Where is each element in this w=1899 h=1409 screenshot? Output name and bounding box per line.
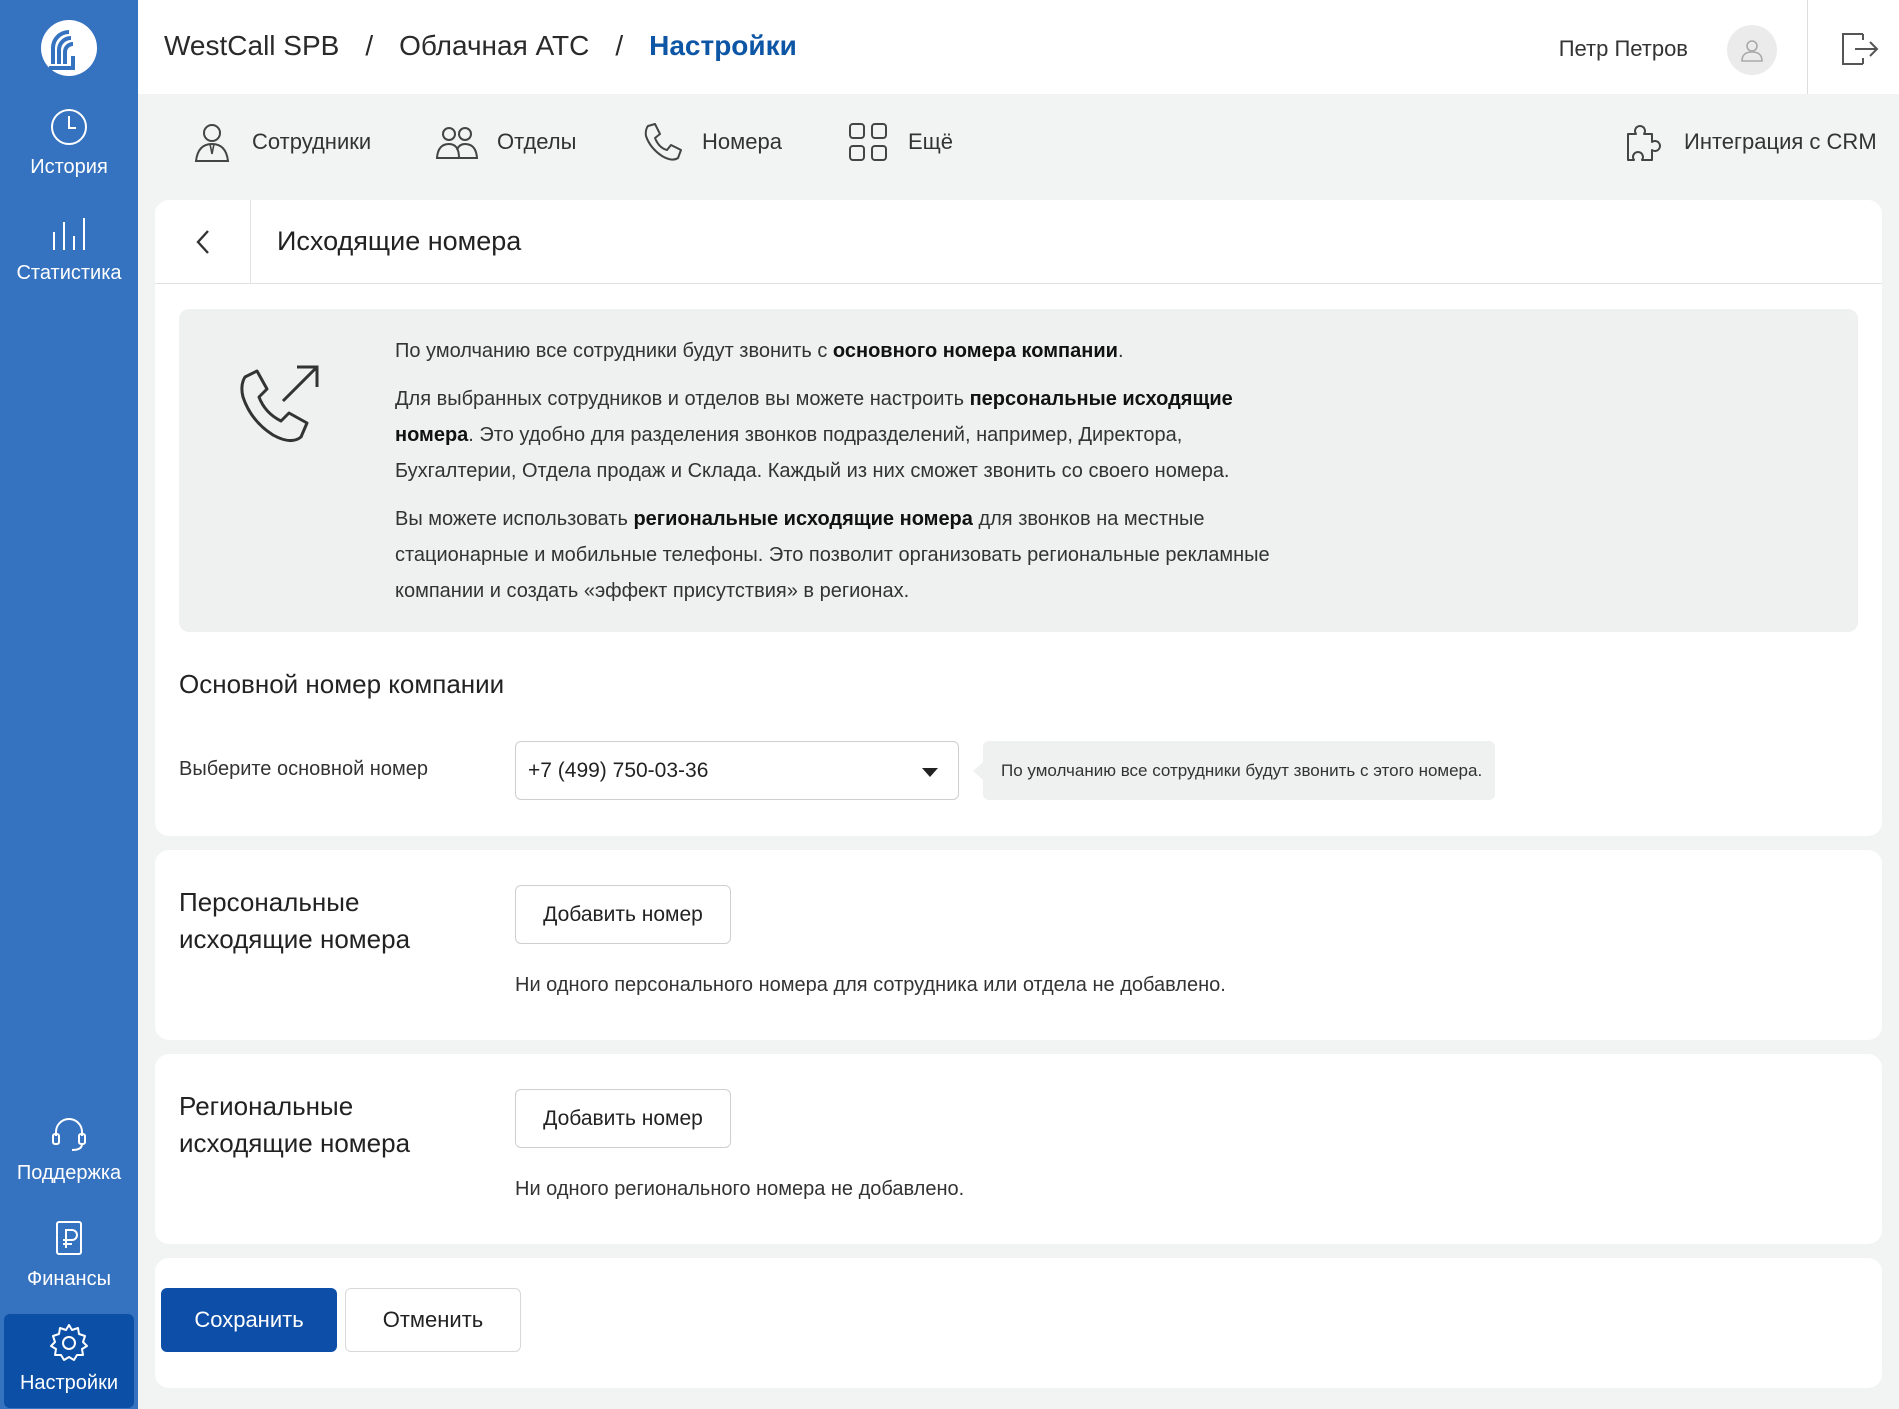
- gear-icon: [50, 1324, 88, 1361]
- info-text: По умолчанию все сотрудники будут звонит…: [395, 333, 1305, 621]
- logo[interactable]: [0, 0, 138, 96]
- info-text-part: . Это удобно для разделения звонков подр…: [395, 424, 1230, 482]
- avatar[interactable]: [1727, 25, 1777, 75]
- info-text-bold: основного номера компании: [832, 340, 1118, 362]
- ruble-document-icon: [56, 1221, 82, 1255]
- people-icon: [435, 127, 479, 159]
- info-paragraph: Для выбранных сотрудников и отделов вы м…: [395, 381, 1305, 489]
- card-header: Исходящие номера: [155, 200, 1882, 284]
- info-paragraph: По умолчанию все сотрудники будут звонит…: [395, 333, 1305, 369]
- sidebar-item-history[interactable]: История: [0, 106, 138, 179]
- nav-label: Отделы: [497, 129, 577, 154]
- actions-card: Сохранить Отменить: [155, 1258, 1882, 1388]
- bar-chart-icon: [53, 218, 85, 250]
- nav-numbers[interactable]: Номера: [640, 120, 782, 164]
- save-button[interactable]: Сохранить: [161, 1288, 337, 1352]
- title-line: исходящие номера: [179, 924, 411, 954]
- user-avatar-icon: [1741, 40, 1763, 62]
- nav-employees[interactable]: Сотрудники: [190, 120, 371, 164]
- main-number-title: Основной номер компании: [179, 669, 505, 699]
- add-regional-number-button[interactable]: Добавить номер: [515, 1089, 731, 1148]
- sidebar-item-label: История: [30, 156, 108, 178]
- select-value: +7 (499) 750-03-36: [528, 759, 709, 782]
- person-icon: [194, 124, 230, 162]
- info-text-part: По умолчанию все сотрудники будут звонит…: [395, 340, 833, 362]
- regional-empty-text: Ни одного регионального номера не добавл…: [515, 1178, 965, 1200]
- sidebar-item-support[interactable]: Поддержка: [0, 1112, 138, 1185]
- nav-label: Сотрудники: [252, 129, 372, 154]
- nav-label: Интеграция с CRM: [1684, 129, 1877, 154]
- sidebar-item-statistics[interactable]: Статистика: [0, 212, 138, 285]
- puzzle-icon: [1627, 125, 1661, 161]
- regional-numbers-title: Региональные исходящие номера: [179, 1088, 410, 1162]
- user-name[interactable]: Петр Петров: [1559, 36, 1688, 62]
- chevron-left-icon: [195, 230, 209, 254]
- breadcrumb-separator: /: [365, 30, 374, 61]
- caret-down-icon: [922, 768, 938, 777]
- divider: [1807, 0, 1808, 94]
- nav-more[interactable]: Ещё: [846, 120, 953, 164]
- nav-label: Номера: [702, 129, 782, 154]
- nav-departments[interactable]: Отделы: [435, 120, 576, 164]
- topbar: WestCall SPB / Облачная АТС / Настройки …: [138, 0, 1899, 94]
- main-number-select[interactable]: +7 (499) 750-03-36: [515, 741, 959, 800]
- regional-numbers-card: Региональные исходящие номера Добавить н…: [155, 1054, 1882, 1244]
- main-number-hint: По умолчанию все сотрудники будут звонит…: [973, 741, 1495, 800]
- westcall-logo-icon: [41, 20, 97, 76]
- personal-numbers-title: Персональные исходящие номера: [179, 884, 410, 958]
- main-number-label: Выберите основной номер: [179, 758, 428, 780]
- phone-icon: [644, 123, 682, 161]
- outgoing-call-icon: [240, 365, 319, 442]
- personal-empty-text: Ни одного персонального номера для сотру…: [515, 974, 1226, 996]
- sidebar-item-finance[interactable]: Финансы: [0, 1218, 138, 1291]
- breadcrumb: WestCall SPB / Облачная АТС / Настройки: [164, 30, 797, 62]
- info-paragraph: Вы можете использовать региональные исхо…: [395, 501, 1305, 609]
- nav-crm-integration[interactable]: Интеграция с CRM: [1622, 120, 1877, 164]
- info-text-part: .: [1117, 340, 1124, 362]
- nav-label: Ещё: [908, 129, 954, 154]
- sidebar-item-label: Настройки: [19, 1372, 119, 1394]
- logout-icon[interactable]: [1837, 26, 1881, 70]
- sidebar-item-label: Статистика: [16, 262, 122, 284]
- section-nav: Сотрудники Отделы Номера Ещё Интеграция …: [138, 94, 1899, 198]
- clock-icon: [51, 109, 87, 145]
- title-line: Региональные: [179, 1091, 354, 1121]
- cancel-button[interactable]: Отменить: [345, 1288, 521, 1352]
- info-text-part: Для выбранных сотрудников и отделов вы м…: [395, 388, 970, 410]
- breadcrumb-item[interactable]: Облачная АТС: [399, 30, 589, 62]
- headset-icon: [52, 1118, 86, 1151]
- sidebar-item-label: Поддержка: [16, 1162, 122, 1184]
- info-text-bold: региональные исходящие номера: [633, 508, 973, 530]
- breadcrumb-separator: /: [615, 30, 624, 61]
- title-line: Персональные: [179, 887, 360, 917]
- outgoing-numbers-card: Исходящие номера По умолчанию все сотруд…: [155, 200, 1882, 836]
- grid-icon: [849, 123, 887, 161]
- breadcrumb-item[interactable]: WestCall SPB: [164, 30, 339, 62]
- sidebar: История Статистика Поддержка Финансы Нас…: [0, 0, 138, 1409]
- sidebar-item-label: Финансы: [27, 1268, 111, 1290]
- page-title: Исходящие номера: [277, 226, 522, 256]
- personal-numbers-card: Персональные исходящие номера Добавить н…: [155, 850, 1882, 1040]
- back-button[interactable]: [155, 200, 251, 284]
- sidebar-item-settings[interactable]: Настройки: [4, 1314, 134, 1408]
- info-box: По умолчанию все сотрудники будут звонит…: [179, 309, 1858, 632]
- breadcrumb-current: Настройки: [649, 30, 797, 61]
- info-text-part: Вы можете использовать: [395, 508, 634, 530]
- add-personal-number-button[interactable]: Добавить номер: [515, 885, 731, 944]
- title-line: исходящие номера: [179, 1128, 411, 1158]
